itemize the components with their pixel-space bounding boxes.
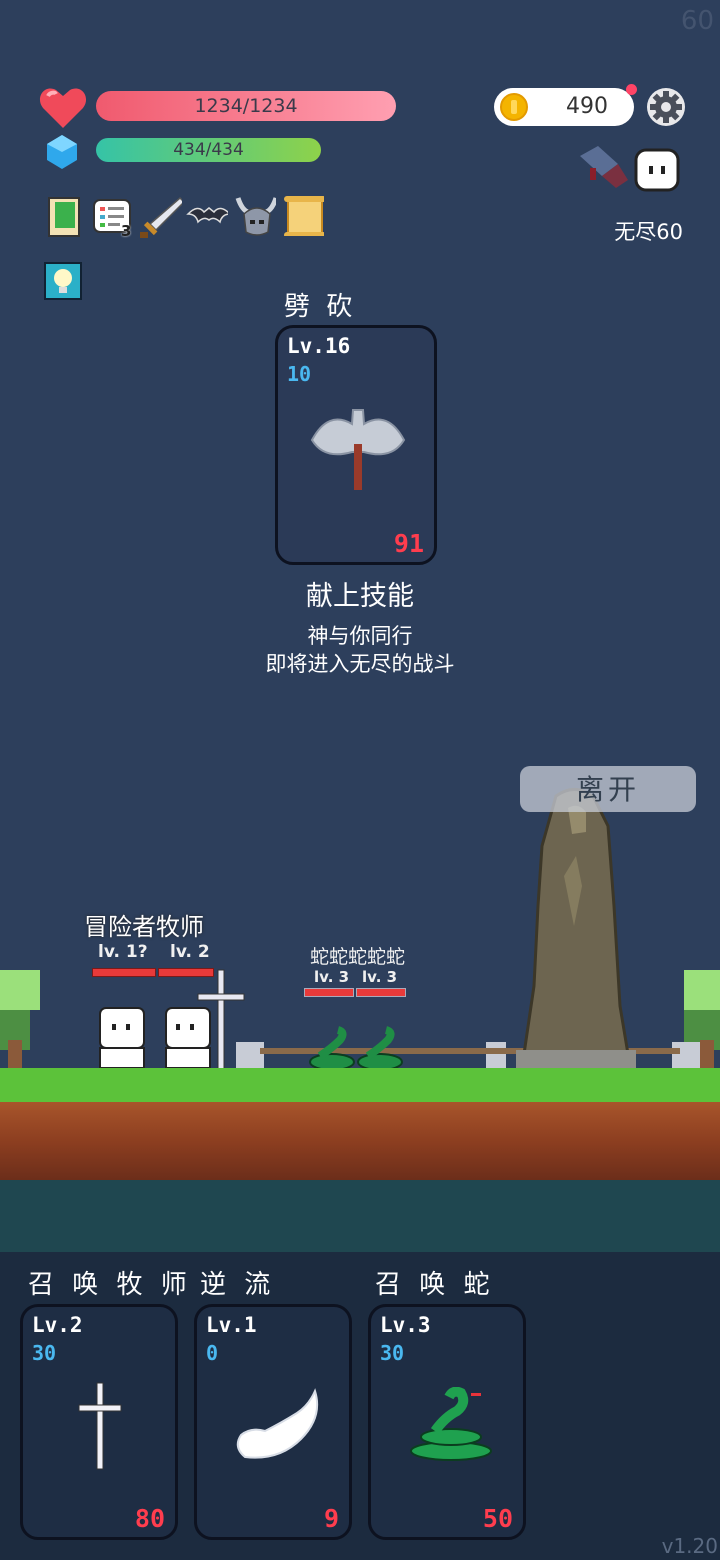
card-cost: 0: [206, 1341, 219, 1365]
card-level: Lv.3: [380, 1313, 431, 1337]
note-card-icon[interactable]: [48, 196, 90, 238]
offered-skill-title: 劈 砍: [284, 292, 357, 322]
card-value: 91: [393, 529, 424, 558]
praying-statue: [516, 788, 636, 1070]
card-cost: 30: [380, 1341, 405, 1365]
card-level: Lv.2: [32, 1313, 83, 1337]
mana-crystal-icon: [47, 135, 77, 169]
snake-sprite-1: [309, 1026, 355, 1071]
card-level: Lv.16: [287, 334, 351, 358]
snake-sprite-2: [357, 1026, 403, 1071]
enemy-1-level: lv. 3: [314, 968, 350, 986]
offer-title: 献上技能: [306, 581, 414, 612]
ally-1-level: lv. 1?: [98, 942, 148, 962]
snake-icon: [410, 1387, 492, 1461]
card-cost: 10: [287, 362, 312, 386]
ally-2-level: lv. 2: [170, 942, 210, 962]
card-level: Lv.1: [206, 1313, 257, 1337]
offer-line-2: 即将进入无尽的战斗: [265, 652, 455, 676]
dirt-ground: [0, 1102, 720, 1182]
offer-line-1: 神与你同行: [307, 624, 413, 648]
sword-icon[interactable]: [140, 196, 182, 238]
coin-icon: [500, 93, 528, 121]
hand-card-3[interactable]: Lv.3 30 50: [368, 1304, 526, 1540]
water-strip: [0, 1180, 720, 1252]
cleaver-icon: [580, 146, 628, 188]
hand-card-1-title: 召 唤 牧 师: [28, 1270, 192, 1300]
battle-axe-icon: [310, 409, 406, 490]
leave-button[interactable]: 离开: [520, 766, 696, 812]
card-value: 9: [323, 1504, 339, 1533]
grass-ground: [0, 1068, 720, 1102]
mp-bar: 434/434: [96, 138, 321, 162]
hp-bar: 1234/1234: [96, 91, 396, 121]
ghost-icon: [634, 148, 680, 192]
snake-enemies: [309, 1026, 403, 1071]
gold-counter: 490: [494, 88, 634, 126]
enemy-2-level: lv. 3: [362, 968, 398, 986]
fps-counter: 60: [680, 6, 714, 36]
ally-sprites: [99, 969, 245, 1071]
notification-dot: [626, 84, 637, 95]
hand-card-1[interactable]: Lv.2 30 80: [20, 1304, 178, 1540]
horned-helmet-icon[interactable]: [234, 194, 276, 236]
enemy-1-hp-bar: [304, 988, 354, 997]
hand-card-3-title: 召 唤 蛇: [375, 1270, 495, 1300]
gold-value: 490: [566, 94, 608, 119]
hand-card-2-title: 逆 流: [200, 1270, 276, 1300]
lightbulb-icon[interactable]: [44, 262, 82, 300]
enemy-2-hp-bar: [356, 988, 406, 997]
scroll-icon[interactable]: [282, 194, 324, 236]
hand-card-2[interactable]: Lv.1 0 9: [194, 1304, 352, 1540]
ally-group-label: 冒险者牧师: [84, 913, 204, 941]
version-label: v1.20: [661, 1534, 718, 1558]
enemy-group-label: 蛇蛇蛇蛇蛇: [310, 946, 406, 968]
gear-icon[interactable]: [646, 87, 686, 127]
heart-icon: [39, 88, 87, 128]
bat-icon[interactable]: [186, 196, 228, 238]
wing-icon: [236, 1388, 319, 1459]
cross-icon: [78, 1382, 122, 1470]
card-cost: 30: [32, 1341, 57, 1365]
bush-left: [0, 970, 40, 1070]
item-count-badge: 3: [121, 222, 132, 240]
card-value: 50: [482, 1504, 513, 1533]
priest-sprite: [165, 969, 245, 1071]
card-value: 80: [134, 1504, 165, 1533]
adventurer-sprite: [99, 1007, 145, 1069]
mode-label: 无尽60: [614, 220, 683, 244]
offered-skill-card[interactable]: Lv.16 10 91: [275, 325, 437, 565]
